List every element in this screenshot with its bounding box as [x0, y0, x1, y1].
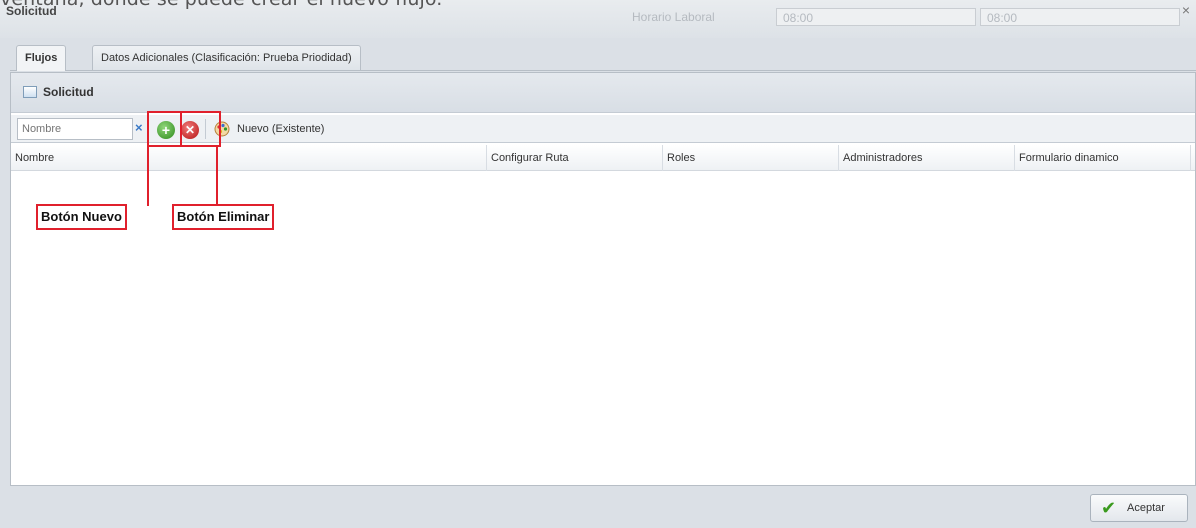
callout-line-new: [147, 146, 149, 206]
palette-icon[interactable]: [214, 121, 230, 137]
checkmark-icon: ✔: [1101, 498, 1117, 518]
background-time-field-2: 08:00: [980, 8, 1180, 26]
dialog-footer: ✔ Aceptar: [0, 486, 1196, 528]
delete-circle-icon: ✕: [184, 123, 196, 137]
tab-datos-adicionales[interactable]: Datos Adicionales (Clasificación: Prueba…: [92, 45, 361, 70]
close-icon[interactable]: ×: [1179, 2, 1193, 18]
document-icon: [23, 86, 37, 98]
clear-x-icon[interactable]: ×: [135, 121, 143, 135]
add-button[interactable]: +: [157, 121, 175, 139]
background-time-field: 08:00: [776, 8, 976, 26]
grid-header: Nombre Configurar Ruta Roles Administrad…: [11, 145, 1195, 171]
column-header-nombre[interactable]: Nombre: [11, 145, 487, 171]
new-existing-button[interactable]: Nuevo (Existente): [237, 123, 324, 135]
callout-new-button: Botón Nuevo: [36, 204, 127, 230]
page-caption: ventana, donde se puede crear el nuevo f…: [0, 0, 442, 12]
column-header-administradores[interactable]: Administradores: [839, 145, 1015, 171]
accept-label: Aceptar: [1127, 502, 1165, 514]
panel-header: Solicitud: [11, 73, 1195, 113]
name-search-input[interactable]: [17, 118, 133, 140]
dialog-window: Solicitud Horario Laboral 08:00 08:00 × …: [0, 0, 1196, 528]
column-header-configurar-ruta[interactable]: Configurar Ruta: [487, 145, 663, 171]
add-circle-icon: +: [161, 122, 171, 138]
panel-title: Solicitud: [43, 85, 94, 99]
tab-flujos[interactable]: Flujos: [16, 45, 67, 71]
toolbar-separator: [205, 119, 206, 139]
callout-line-delete: [216, 146, 218, 206]
tab-bar: Flujos Datos Adicionales (Clasificación:…: [10, 40, 1196, 71]
callout-delete-button: Botón Eliminar: [172, 204, 275, 230]
background-field-label: Horario Laboral: [632, 10, 715, 24]
accept-button[interactable]: ✔ Aceptar: [1090, 494, 1188, 522]
grid-toolbar: × + ✕ Nuevo (Existente): [11, 115, 1195, 143]
delete-button[interactable]: ✕: [181, 121, 199, 139]
column-header-formulario-dinamico[interactable]: Formulario dinamico: [1015, 145, 1191, 171]
flows-panel: Solicitud × + ✕ Nuevo (Existente: [10, 72, 1196, 486]
column-header-roles[interactable]: Roles: [663, 145, 839, 171]
